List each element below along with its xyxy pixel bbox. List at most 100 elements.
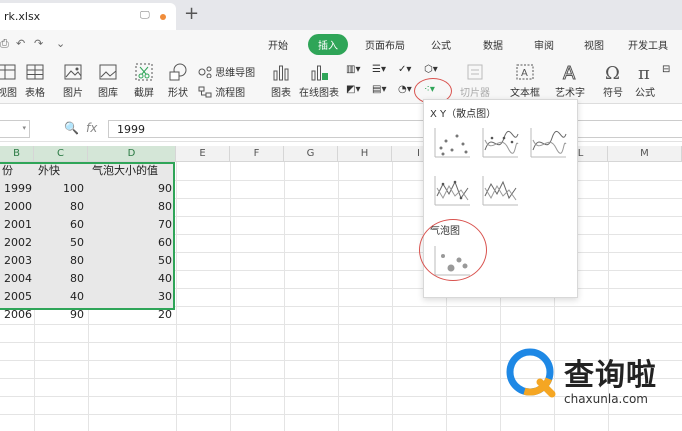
cell-bubble-size[interactable]: 80 [88,198,172,216]
redo-icon[interactable]: ↷ [34,37,43,50]
column-header-m[interactable]: M [608,146,682,162]
gallery-button[interactable]: 图库 [92,62,124,99]
name-box[interactable]: ▾ [0,120,30,138]
tab-review[interactable]: 审阅 [534,37,554,52]
column-header-b[interactable]: B [0,146,34,162]
table-label: 表格 [25,88,45,99]
tab-home[interactable]: 开始 [268,37,288,52]
chart-button[interactable]: 图表 [268,62,294,99]
column-header-h[interactable]: H [338,146,392,162]
cell-year[interactable]: 1999 [0,180,32,198]
screenshot-button[interactable]: 截屏 [128,62,160,99]
scatter-smooth-lines-icon[interactable] [528,126,568,160]
textbox-button[interactable]: A 文本框 [506,62,544,99]
cell-x[interactable]: 90 [34,306,84,324]
slicer-button[interactable]: 切片器 [458,62,492,99]
tab-formulas[interactable]: 公式 [431,37,451,52]
tab-insert[interactable]: 插入 [308,34,348,55]
textbox-label: 文本框 [510,88,540,99]
cell-x[interactable]: 60 [34,216,84,234]
picture-button[interactable]: 图片 [58,62,88,99]
cell-x[interactable]: 80 [34,270,84,288]
cell-x[interactable]: 80 [34,198,84,216]
column-header-e[interactable]: E [176,146,230,162]
pivot-view-button[interactable]: 视图 [0,62,18,99]
customize-quick-access-icon[interactable]: ⌄ [56,37,65,50]
tab-developer[interactable]: 开发工具 [628,37,668,52]
symbol-button[interactable]: Ω 符号 [598,62,628,99]
line-chart-dropdown-icon[interactable]: ✓▾ [398,64,411,75]
scatter-markers-only-icon[interactable] [432,126,472,160]
column-header-d[interactable]: D [88,146,176,162]
svg-text:π: π [638,63,650,82]
formula-input[interactable]: 1999 [108,120,682,138]
gallery-label: 图库 [98,88,118,99]
mindmap-button[interactable]: 思维导图 [198,64,255,79]
fx-icon[interactable]: fx [86,121,97,135]
tab-view[interactable]: 视图 [584,37,604,52]
cell-x[interactable]: 40 [34,288,84,306]
other-chart-dropdown-icon[interactable]: ⬡▾ [424,64,438,75]
grid-line [0,324,682,325]
tab-page-layout[interactable]: 页面布局 [365,37,405,52]
column-chart-dropdown-icon[interactable]: ▥▾ [346,64,360,75]
header-cell-x[interactable]: 外快 [38,162,88,180]
print-icon[interactable]: ⎙ [0,37,9,51]
pivot-view-label: 视图 [0,88,17,99]
header-cell-bubble-size[interactable]: 气泡大小的值 [92,162,176,180]
column-header-c[interactable]: C [34,146,88,162]
cell-x[interactable]: 100 [34,180,84,198]
pie-chart-dropdown-icon[interactable]: ◔▾ [398,84,412,95]
title-bar: rk.xlsx 🖵 + [0,0,682,30]
cell-year[interactable]: 2003 [0,252,32,270]
scatter-straight-lines-icon[interactable] [480,174,520,208]
cell-bubble-size[interactable]: 60 [88,234,172,252]
omega-icon: Ω [605,63,620,82]
cell-bubble-size[interactable]: 30 [88,288,172,306]
zoom-search-icon[interactable]: 🔍 [64,121,79,135]
table-button[interactable]: 表格 [22,62,48,99]
ribbon-more-icon[interactable]: ⊟ [662,64,670,75]
monitor-icon[interactable]: 🖵 [140,10,150,21]
cell-year[interactable]: 2006 [0,306,32,324]
formula-button[interactable]: π 公式 [632,62,658,99]
wordart-button[interactable]: A 艺术字 [550,62,590,100]
textbox-icon: A [516,64,534,80]
online-chart-icon [311,65,328,81]
header-cell-year[interactable]: 份 [2,162,34,180]
cell-year[interactable]: 2005 [0,288,32,306]
flowchart-button[interactable]: 流程图 [198,84,245,99]
mindmap-label: 思维导图 [215,68,256,79]
cell-x[interactable]: 80 [34,252,84,270]
cell-year[interactable]: 2004 [0,270,32,288]
document-tab[interactable]: rk.xlsx 🖵 [0,3,176,30]
grid-line [176,162,177,431]
cell-bubble-size[interactable]: 40 [88,270,172,288]
cell-bubble-size[interactable]: 50 [88,252,172,270]
new-tab-button[interactable]: + [184,3,199,24]
stock-chart-dropdown-icon[interactable]: ▤▾ [372,84,386,95]
cell-bubble-size[interactable]: 70 [88,216,172,234]
name-box-dropdown-icon[interactable]: ▾ [22,124,26,132]
cell-year[interactable]: 2001 [0,216,32,234]
cell-x[interactable]: 50 [34,234,84,252]
undo-icon[interactable]: ↶ [16,37,25,50]
cell-year[interactable]: 2000 [0,198,32,216]
column-header-g[interactable]: G [284,146,338,162]
area-chart-dropdown-icon[interactable]: ◩▾ [346,84,360,95]
grid-line [284,162,285,431]
shape-button[interactable]: 形状 [162,62,194,99]
slicer-label: 切片器 [460,88,490,99]
wordart-label: 艺术字 [555,88,585,99]
symbol-label: 符号 [603,88,623,99]
online-chart-button[interactable]: 在线图表 [298,62,340,99]
column-header-f[interactable]: F [230,146,284,162]
cell-bubble-size[interactable]: 90 [88,180,172,198]
scatter-straight-markers-icon[interactable] [432,174,472,208]
cell-bubble-size[interactable]: 20 [88,306,172,324]
cell-year[interactable]: 2002 [0,234,32,252]
scatter-smooth-markers-icon[interactable] [480,126,520,160]
tab-data[interactable]: 数据 [483,37,503,52]
bar-chart-dropdown-icon[interactable]: ☰▾ [372,64,386,75]
flowchart-label: 流程图 [215,88,246,99]
